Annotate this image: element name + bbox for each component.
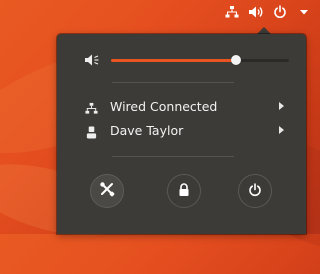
- power-icon[interactable]: [272, 4, 288, 20]
- separator: [112, 82, 234, 83]
- network-wired-icon: [85, 100, 98, 119]
- system-indicators[interactable]: [182, 0, 320, 24]
- wired-connection-label: Wired Connected: [110, 99, 218, 114]
- separator: [112, 156, 234, 157]
- network-wired-icon[interactable]: [224, 4, 240, 20]
- lock-icon: [178, 182, 190, 201]
- system-menu: Wired Connected Dave Taylor: [57, 34, 306, 234]
- power-off-button[interactable]: [238, 174, 272, 208]
- submenu-arrow-icon: [279, 126, 284, 134]
- settings-button[interactable]: [90, 174, 124, 208]
- volume-slider-fill: [111, 59, 236, 62]
- volume-slider[interactable]: [111, 55, 289, 65]
- wired-connection-item[interactable]: Wired Connected: [57, 96, 306, 118]
- user-item[interactable]: Dave Taylor: [57, 120, 306, 142]
- tools-icon: [99, 181, 115, 201]
- user-icon: [85, 124, 98, 143]
- volume-icon[interactable]: [248, 4, 264, 20]
- user-name-label: Dave Taylor: [110, 123, 184, 138]
- power-icon: [248, 182, 262, 201]
- volume-row: [57, 50, 306, 70]
- submenu-arrow-icon: [279, 102, 284, 110]
- speaker-icon: [84, 52, 100, 71]
- volume-slider-handle[interactable]: [230, 55, 241, 65]
- lock-button[interactable]: [167, 174, 201, 208]
- dropdown-arrow-icon[interactable]: [296, 4, 312, 20]
